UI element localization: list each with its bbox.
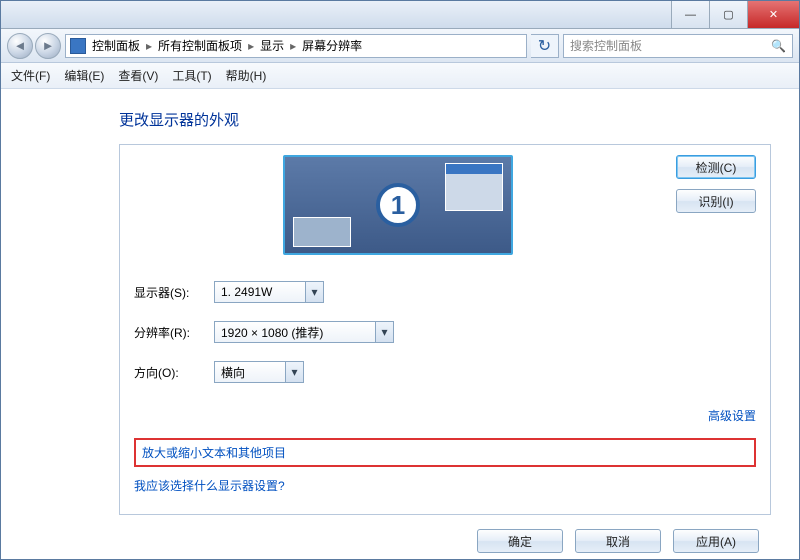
monitor-preview-area: 1 (134, 155, 662, 255)
close-button[interactable]: ✕ (747, 1, 799, 28)
monitor-number-badge: 1 (376, 183, 420, 227)
menu-edit[interactable]: 编辑(E) (64, 67, 104, 84)
menu-tools[interactable]: 工具(T) (172, 67, 211, 84)
search-input[interactable]: 搜索控制面板 🔍 (563, 34, 793, 58)
orientation-select[interactable]: 横向 ▾ (214, 361, 304, 383)
search-icon: 🔍 (771, 39, 786, 53)
navbar: ◄ ► 控制面板 ▸ 所有控制面板项 ▸ 显示 ▸ 屏幕分辨率 ↻ 搜索控制面板… (1, 29, 799, 63)
search-placeholder: 搜索控制面板 (570, 37, 642, 54)
menu-help[interactable]: 帮助(H) (226, 67, 267, 84)
chevron-down-icon: ▾ (285, 362, 303, 382)
cancel-button[interactable]: 取消 (575, 529, 661, 553)
crumb-root[interactable]: 控制面板 (92, 37, 140, 54)
display-select[interactable]: 1. 2491W ▾ (214, 281, 324, 303)
menubar: 文件(F) 编辑(E) 查看(V) 工具(T) 帮助(H) (1, 63, 799, 89)
advanced-settings-link[interactable]: 高级设置 (708, 409, 756, 423)
menu-file[interactable]: 文件(F) (11, 67, 50, 84)
highlight-box: 放大或缩小文本和其他项目 (134, 438, 756, 467)
crumb-level1[interactable]: 所有控制面板项 (158, 37, 242, 54)
side-buttons: 检测(C) 识别(I) (676, 155, 756, 213)
settings-form: 显示器(S): 1. 2491W ▾ 分辨率(R): 1920 × 1080 (… (134, 281, 756, 383)
refresh-button[interactable]: ↻ (531, 34, 559, 58)
crumb-level3[interactable]: 屏幕分辨率 (302, 37, 362, 54)
which-settings-link[interactable]: 我应该选择什么显示器设置? (134, 477, 756, 494)
maximize-button[interactable]: ▢ (709, 1, 747, 28)
window-thumb-icon (445, 163, 503, 211)
titlebar: — ▢ ✕ (1, 1, 799, 29)
row-orientation: 方向(O): 横向 ▾ (134, 361, 756, 383)
advanced-row: 高级设置 (134, 407, 756, 424)
crumb-sep-icon: ▸ (146, 39, 152, 53)
row-resolution: 分辨率(R): 1920 × 1080 (推荐) ▾ (134, 321, 756, 343)
panel-top: 1 检测(C) 识别(I) (134, 155, 756, 255)
orientation-value: 横向 (221, 364, 245, 381)
chevron-down-icon: ▾ (375, 322, 393, 342)
display-panel: 1 检测(C) 识别(I) 显示器(S): 1. 2491W ▾ 分 (119, 144, 771, 515)
monitor-preview[interactable]: 1 (283, 155, 513, 255)
content: 更改显示器的外观 1 检测(C) 识别(I) 显示器(S): (1, 89, 799, 559)
display-value: 1. 2491W (221, 285, 272, 299)
identify-button[interactable]: 识别(I) (676, 189, 756, 213)
scale-text-link[interactable]: 放大或缩小文本和其他项目 (142, 446, 286, 460)
orientation-label: 方向(O): (134, 364, 214, 381)
forward-button[interactable]: ► (35, 33, 61, 59)
control-panel-icon (70, 38, 86, 54)
resolution-select[interactable]: 1920 × 1080 (推荐) ▾ (214, 321, 394, 343)
minimize-button[interactable]: — (671, 1, 709, 28)
ok-button[interactable]: 确定 (477, 529, 563, 553)
detect-button[interactable]: 检测(C) (676, 155, 756, 179)
nav-buttons: ◄ ► (7, 33, 61, 59)
display-label: 显示器(S): (134, 284, 214, 301)
resolution-label: 分辨率(R): (134, 324, 214, 341)
apply-button[interactable]: 应用(A) (673, 529, 759, 553)
menu-view[interactable]: 查看(V) (118, 67, 158, 84)
help-links: 放大或缩小文本和其他项目 我应该选择什么显示器设置? (134, 438, 756, 494)
address-bar[interactable]: 控制面板 ▸ 所有控制面板项 ▸ 显示 ▸ 屏幕分辨率 (65, 34, 527, 58)
chevron-down-icon: ▾ (305, 282, 323, 302)
window: — ▢ ✕ ◄ ► 控制面板 ▸ 所有控制面板项 ▸ 显示 ▸ 屏幕分辨率 ↻ … (0, 0, 800, 560)
back-button[interactable]: ◄ (7, 33, 33, 59)
crumb-sep-icon: ▸ (290, 39, 296, 53)
footer: 确定 取消 应用(A) (119, 515, 771, 559)
crumb-sep-icon: ▸ (248, 39, 254, 53)
crumb-level2[interactable]: 显示 (260, 37, 284, 54)
taskbar-thumb-icon (293, 217, 351, 247)
page-title: 更改显示器的外观 (119, 109, 771, 130)
resolution-value: 1920 × 1080 (推荐) (221, 324, 323, 341)
row-display: 显示器(S): 1. 2491W ▾ (134, 281, 756, 303)
